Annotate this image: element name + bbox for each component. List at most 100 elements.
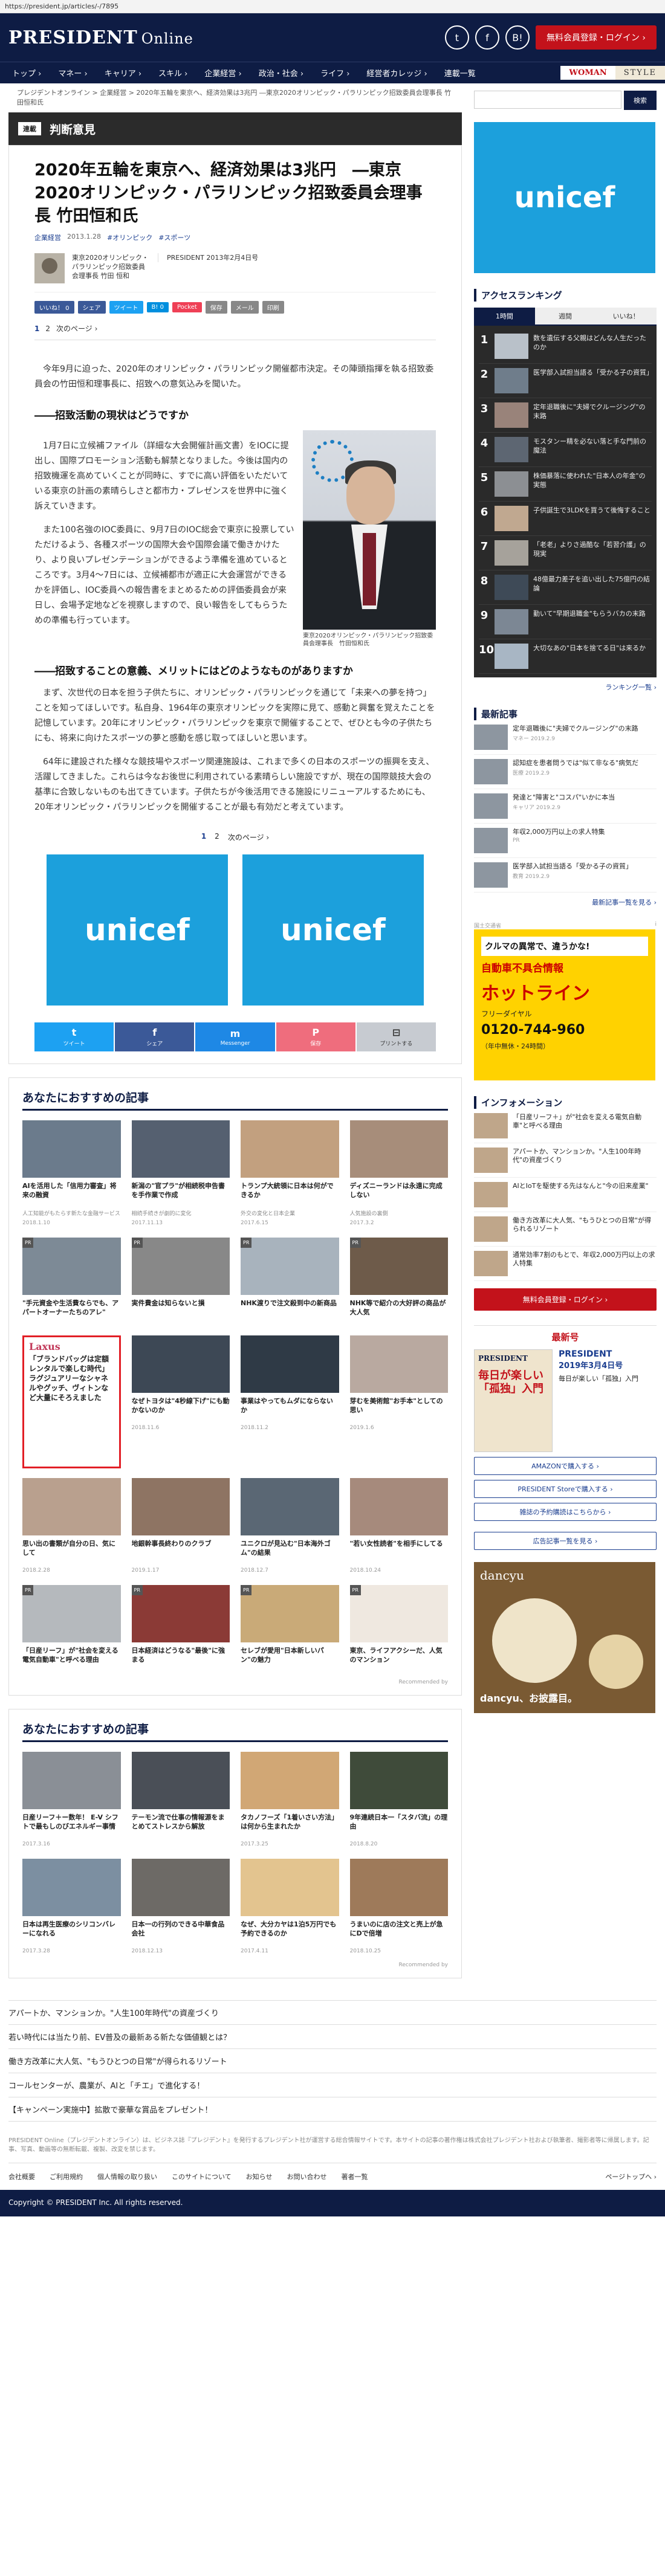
ranking-thumbnail[interactable] [495,644,528,669]
recommend-card[interactable]: PR NHK渡りで注文殺到中の新商品 [241,1238,339,1326]
latest-item[interactable]: 定年退職後に"夫婦でクルージング"の末路 マネー 2019.2.9 [474,720,657,755]
article-category[interactable]: 企業経営 [34,233,61,242]
latest-item[interactable]: 認知症を患者問うでは"似て非なる"病気だ 医療 2019.2.9 [474,755,657,789]
footer-pr-link[interactable]: 若い時代には当たり前、EV普及の最新ある新たな価値観とは？ [8,2025,657,2049]
page-1-link[interactable]: 1 [201,832,206,842]
nav-college[interactable]: 経営者カレッジ › [358,67,435,79]
info-title[interactable]: 「日産リーフ＋」が"社会を変える電気自動車"と呼べる理由 [513,1113,657,1138]
recommend-title[interactable]: 日本一の行列のできる中華食品会社 [132,1920,230,1947]
ranking-item[interactable]: 1 数を遺伝する父親はどんな人生だったのか [479,329,652,364]
recommend-thumbnail[interactable] [349,1752,448,1809]
ad-info-icon[interactable]: i [655,922,657,929]
recommend-card[interactable]: テーモン流で仕事の情報源をまとめてストレスから解放 [131,1752,230,1849]
ranking-item[interactable]: 6 子供誕生で3LDKを買うて後悔すること [479,502,652,536]
tweet-share-button[interactable]: t ツイート [34,1022,114,1051]
footer-pr-link[interactable]: アパートか、マンションか。"人生100年時代"の資産づくり [8,2001,657,2025]
info-item[interactable]: 働き方改革に大人気、"もうひとつの日常"が得られるリゾート [474,1212,657,1247]
recommend-thumbnail[interactable]: PR [22,1585,121,1642]
recommend-title[interactable]: "若い女性読者"を相手にしてる [350,1539,449,1566]
nav-skill[interactable]: スキル › [150,67,196,79]
footer-pr-link[interactable]: 【キャンペーン実施中】拡散で豪華な賞品をプレゼント！ [8,2097,657,2122]
page-1-link[interactable]: 1 [34,324,39,333]
nav-money[interactable]: マネー › [50,67,96,79]
recommend-title[interactable]: NHK等で紹介の大好評の商品が大人気 [350,1299,449,1326]
page-2-link[interactable]: 2 [45,324,50,333]
ranking-thumbnail[interactable] [495,609,528,634]
recommend-title[interactable]: タカノフーズ「1着いさい方法」は何から生まれたか [241,1813,339,1840]
recommend-card[interactable]: PR 実件費金は知らないと損 [131,1238,230,1326]
tag-sports[interactable]: #スポーツ [158,233,190,242]
recommend-card[interactable]: 芽むを美術館"お手本"としての思い 2019.1.6 [349,1335,449,1468]
latest-thumbnail[interactable] [474,828,508,853]
recommend-thumbnail[interactable] [349,1859,448,1916]
recommend-title[interactable]: 「日産リーフ」が"社会を変える電気自動車"と呼べる理由 [22,1646,121,1673]
recommend-thumbnail[interactable] [22,1859,121,1916]
recommend-card[interactable]: AIを活用した「信用力審査」将来の融資 人工知能がもたらす新たな金融サービス 201… [22,1120,121,1228]
ranking-item[interactable]: 9 勤いて"早期退職金"もらうバカの末路 [479,605,652,639]
next-page-link[interactable]: 次のページ › [56,323,97,334]
ranking-thumbnail[interactable] [495,368,528,393]
recommend-thumbnail[interactable]: PR [241,1238,339,1295]
tag-olympic[interactable]: #オリンピック [107,233,152,242]
ranking-thumbnail[interactable] [495,402,528,428]
recommend-thumbnail[interactable] [131,1120,230,1178]
recommend-card[interactable]: なぜ、大分カヤは1泊5万円でも予約できるのか 2017.4.11 [241,1859,339,1956]
page-2-link[interactable]: 2 [215,832,219,842]
recommend-card[interactable]: 9年連続日本一「スタバ流」の理由 2018.8.20 [349,1752,449,1849]
info-title[interactable]: 働き方改革に大人気、"もうひとつの日常"が得られるリゾート [513,1216,657,1242]
recommend-card[interactable]: 地銀幹事長終わりのクラブ 2019.1.17 [131,1478,230,1575]
ranking-title[interactable]: 「老老」よりさ過酷な「若習介護」の現実 [533,540,652,558]
ad-articles-button[interactable]: 広告記事一覧を見る › [474,1532,657,1550]
recommend-card[interactable]: ディズニーランドは永遠に完成しない 人気施設の裏側 2017.3.2 [349,1120,448,1228]
ranking-item[interactable]: 2 医学部入試担当語る「受かる子の資質」 [479,364,653,398]
latest-title[interactable]: 年収2,000万円以上の求人特集 [513,828,605,836]
buy-amazon-button[interactable]: AMAZONで購入する › [474,1457,657,1475]
ranking-title[interactable]: 子供誕生で3LDKを買うて後悔すること [533,506,650,515]
recommend-title[interactable]: テーモン流で仕事の情報源をまとめてストレスから解放 [132,1813,230,1840]
recommend-card[interactable]: Laxus 「ブランドバッグは定額レンタルで楽しむ時代」ラグジュアリーなシャネルや… [22,1335,121,1468]
info-thumbnail[interactable] [474,1182,508,1207]
address-bar[interactable]: https://president.jp/articles/-/7895 [0,0,665,13]
recommend-title[interactable]: 思い出の書類が自分の日、気にして [22,1539,121,1566]
info-title[interactable]: AIとIoTを駆使する先はなんと"今の旧来産業" [513,1182,649,1207]
recommend-title[interactable]: 芽むを美術館"お手本"としての思い [350,1396,449,1424]
tab-weekly[interactable]: 週間 [534,308,596,324]
twitter-icon[interactable]: t [444,25,469,50]
breadcrumb[interactable]: プレジデントオンライン > 企業経営 > 2020年五輪を東京へ、経済効果は3兆… [8,83,462,112]
recommend-thumbnail[interactable]: PR [349,1585,448,1642]
recommend-title[interactable]: 日本は再生医療のシリコンバレーになれる [22,1920,121,1947]
footer-link[interactable]: お知らせ [246,2172,273,2181]
nav-life[interactable]: ライフ › [312,67,358,79]
recommend-card[interactable]: トランプ大統領に日本は何ができるか 外交の変化と日本企業 2017.6.15 [241,1120,339,1228]
recommend-thumbnail[interactable] [241,1752,339,1809]
ranking-thumbnail[interactable] [495,540,528,566]
latest-title[interactable]: 定年退職後に"夫婦でクルージング"の末路 [513,725,638,733]
tab-hourly[interactable]: 1時間 [474,308,535,324]
ranking-item[interactable]: 10 大切なあの"日本を捨てる日"は来るか [479,639,652,674]
page-top-link[interactable]: ページトップへ › [605,2172,657,2181]
recommend-card[interactable]: PR 日本経済はどうなる"最後"に強まる [131,1585,230,1673]
recommend-card[interactable]: 日本一の行列のできる中華食品会社 2018.12.13 [131,1859,230,1956]
latest-thumbnail[interactable] [474,759,508,784]
print-share-button[interactable]: ⊟ プリントする [356,1022,436,1051]
recommend-title[interactable]: うまいのに店の注文と売上が急にDで倍増 [350,1920,449,1947]
ranking-title[interactable]: 数を遺伝する父親はどんな人生だったのか [533,334,652,352]
recommend-card[interactable]: ユニクロが見込む"日本海外ゴム"の結果 2018.12.7 [241,1478,339,1575]
recommend-thumbnail[interactable] [131,1752,230,1809]
recommend-title[interactable]: 9年連続日本一「スタバ流」の理由 [350,1813,449,1840]
recommend-thumbnail[interactable] [131,1859,230,1916]
next-page-link[interactable]: 次のページ › [228,832,269,842]
print-button[interactable]: 印刷 [262,301,284,314]
login-button[interactable]: 無料会員登録・ログイン › [535,25,657,50]
ranking-thumbnail[interactable] [495,471,528,497]
latest-thumbnail[interactable] [474,725,508,750]
recommend-thumbnail[interactable] [131,1335,230,1393]
footer-link[interactable]: ご利用規約 [50,2172,83,2181]
ranking-item[interactable]: 7 「老老」よりさ過酷な「若習介護」の現実 [479,536,652,570]
recommend-thumbnail[interactable]: PR [22,1238,121,1295]
category-name[interactable]: 判断意見 [50,121,96,137]
recommend-title[interactable]: NHK渡りで注文殺到中の新商品 [241,1299,339,1326]
mail-button[interactable]: メール [230,301,259,314]
recommend-title[interactable]: 地銀幹事長終わりのクラブ [132,1539,230,1566]
latest-title[interactable]: 発達と"障害と"コスパ"いかに本当 [513,793,615,802]
